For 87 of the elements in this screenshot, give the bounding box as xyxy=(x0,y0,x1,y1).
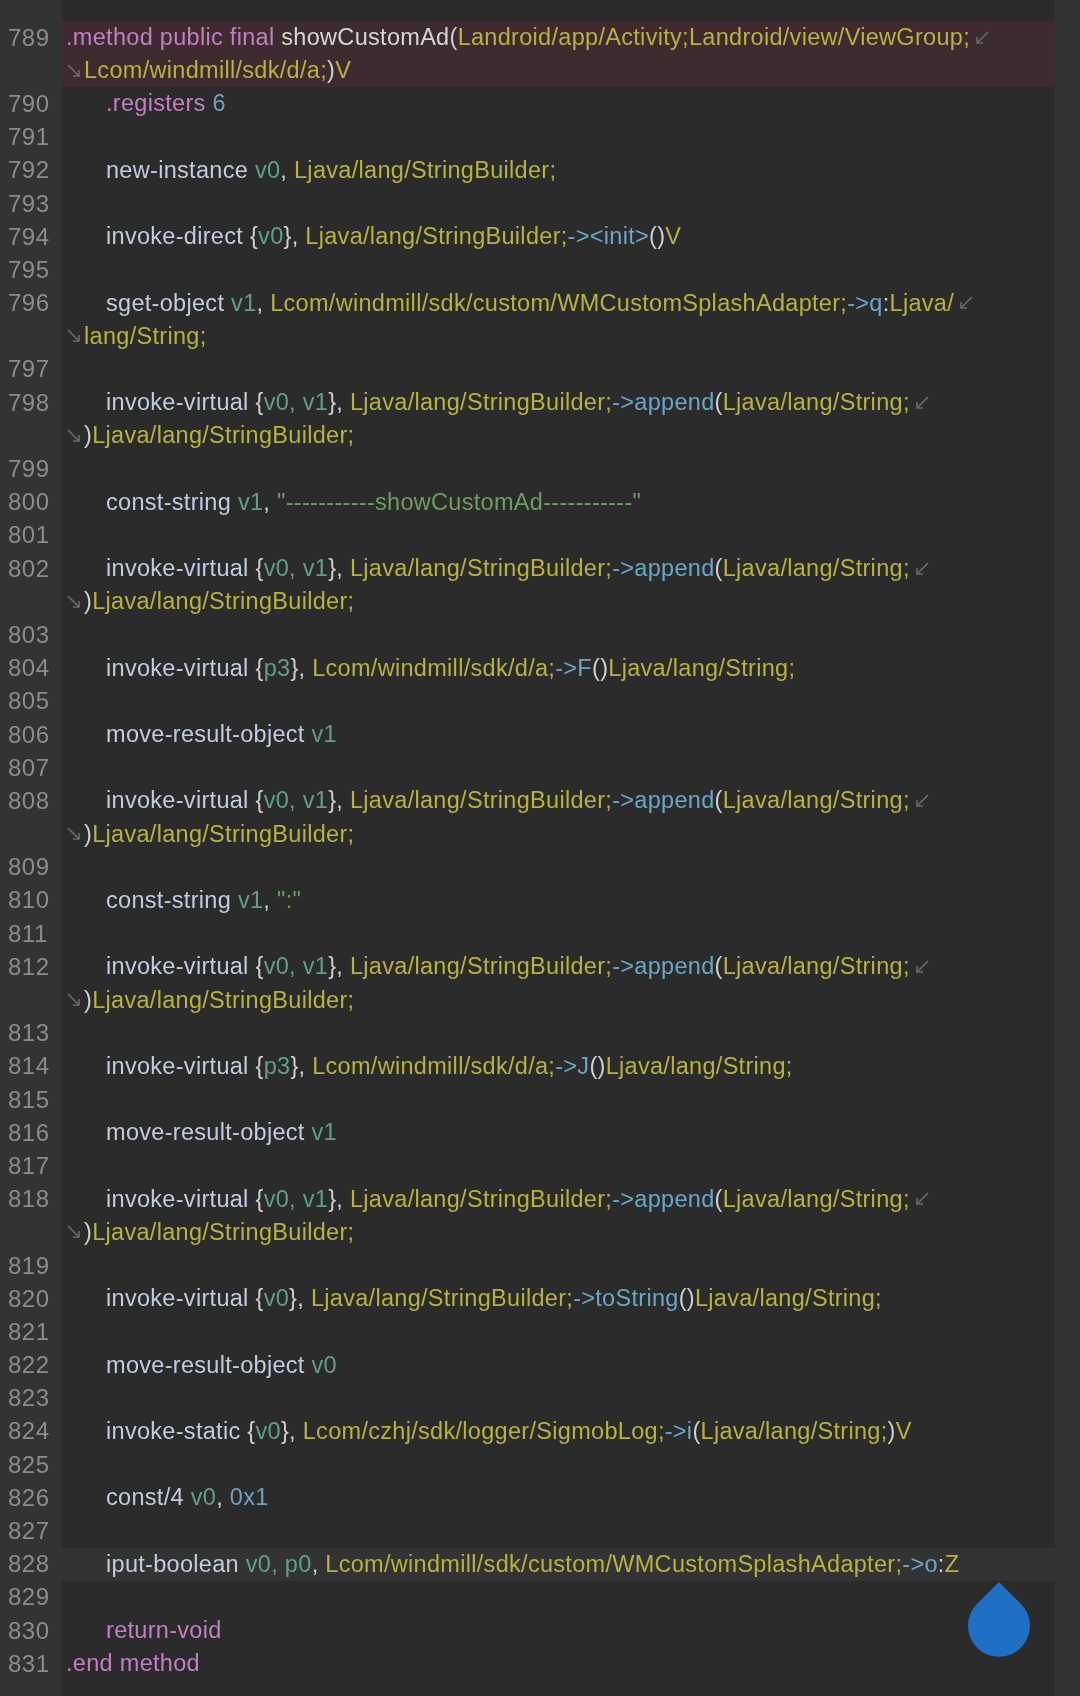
line-number: 802 xyxy=(7,554,51,583)
line-number: 828 xyxy=(7,1550,51,1579)
wrap-arrow-icon xyxy=(66,593,82,610)
line-number: 824 xyxy=(7,1417,51,1446)
code-line: .method public final showCustomAd(Landroid/app/Activity;Landroid/view/ViewGroup; xyxy=(66,24,970,52)
code-line: invoke-static {v0}, Lcom/czhj/sdk/logger/SigmobLog;->i(Ljava/lang/String;)V xyxy=(106,1417,912,1445)
line-number: 808 xyxy=(7,786,51,815)
code-line: const-string v1, ":" xyxy=(106,886,302,914)
wrap-arrow-icon xyxy=(66,62,82,79)
line-number: 804 xyxy=(7,654,51,683)
line-number: 826 xyxy=(7,1483,51,1512)
line-number: 811 xyxy=(7,919,49,948)
line-number: 790 xyxy=(7,89,51,118)
wrap-arrow-icon xyxy=(913,560,930,577)
line-number: 792 xyxy=(7,156,51,185)
wrap-arrow-icon xyxy=(913,792,930,809)
line-number: 806 xyxy=(7,720,51,749)
wrap-arrow-icon xyxy=(913,1191,930,1208)
line-number: 825 xyxy=(7,1450,51,1479)
wrap-arrow-icon xyxy=(66,427,82,444)
line-number: 789 xyxy=(7,23,51,52)
code-line: invoke-virtual {v0}, Ljava/lang/StringBuilder;->toString()Ljava/lang/String; xyxy=(106,1285,882,1313)
code-line: invoke-virtual {v0, v1}, Ljava/lang/StringBuilder;->append(Ljava/lang/String; xyxy=(106,953,910,981)
wrap-arrow-icon xyxy=(974,29,990,46)
code-line: .end method xyxy=(66,1650,200,1678)
code-line: return-void xyxy=(106,1617,222,1645)
line-number: 814 xyxy=(7,1052,51,1081)
wrap-arrow-icon xyxy=(66,826,82,843)
wrap-arrow-icon xyxy=(913,394,930,411)
code-line: )Ljava/lang/StringBuilder; xyxy=(84,986,355,1014)
line-number: 803 xyxy=(7,620,51,649)
wrap-arrow-icon xyxy=(66,328,82,345)
wrap-arrow-icon xyxy=(913,958,930,975)
line-number: 807 xyxy=(7,753,51,782)
code-line: sget-object v1, Lcom/windmill/sdk/custom/WMCustomSplashAdapter;->q:Ljava/ xyxy=(106,289,955,317)
line-number: 830 xyxy=(7,1616,51,1645)
code-line: move-result-object v1 xyxy=(106,721,337,749)
code-line: )Ljava/lang/StringBuilder; xyxy=(84,820,355,848)
line-number: 827 xyxy=(7,1517,51,1546)
code-line: new-instance v0, Ljava/lang/StringBuilder; xyxy=(106,156,557,184)
line-number: 821 xyxy=(7,1317,51,1346)
line-number: 812 xyxy=(7,952,51,981)
line-number: 793 xyxy=(7,189,51,218)
code-line: invoke-direct {v0}, Ljava/lang/StringBuilder;-><init>()V xyxy=(106,223,682,251)
line-number: 796 xyxy=(7,289,51,318)
line-number: 800 xyxy=(7,488,51,517)
code-line: )Ljava/lang/StringBuilder; xyxy=(84,588,355,616)
line-number: 819 xyxy=(7,1251,51,1280)
code-line: Lcom/windmill/sdk/d/a;)V xyxy=(84,57,352,85)
line-number: 798 xyxy=(7,388,51,417)
code-line: iput-boolean v0, p0, Lcom/windmill/sdk/custom/WMCustomSplashAdapter;->o:Z xyxy=(106,1550,960,1578)
wrap-arrow-icon xyxy=(66,992,82,1009)
line-number: 831 xyxy=(7,1649,51,1678)
code-line: move-result-object v0 xyxy=(106,1351,337,1379)
line-number: 815 xyxy=(7,1085,51,1114)
line-number: 801 xyxy=(7,521,51,550)
wrap-arrow-icon xyxy=(958,295,975,312)
line-number: 810 xyxy=(7,886,51,915)
line-number: 817 xyxy=(7,1151,51,1180)
code-line: invoke-virtual {v0, v1}, Ljava/lang/StringBuilder;->append(Ljava/lang/String; xyxy=(106,389,910,417)
line-number: 799 xyxy=(7,455,51,484)
code-line: invoke-virtual {v0, v1}, Ljava/lang/StringBuilder;->append(Ljava/lang/String; xyxy=(106,787,910,815)
code-line: lang/String; xyxy=(84,322,207,350)
code-line: invoke-virtual {p3}, Lcom/windmill/sdk/d/a;->F()Ljava/lang/String; xyxy=(106,654,796,682)
code-line: const/4 v0, 0x1 xyxy=(106,1484,269,1512)
line-number: 829 xyxy=(7,1583,51,1612)
line-number: 809 xyxy=(7,853,51,882)
line-number: 820 xyxy=(7,1284,51,1313)
code-line: move-result-object v1 xyxy=(106,1119,337,1147)
line-number: 795 xyxy=(7,255,51,284)
code-line: .registers 6 xyxy=(106,90,226,118)
line-number: 818 xyxy=(7,1185,51,1214)
code-line: const-string v1, "-----------showCustomAd-----------" xyxy=(106,488,642,516)
code-line: invoke-virtual {v0, v1}, Ljava/lang/StringBuilder;->append(Ljava/lang/String; xyxy=(106,555,910,583)
code-line: )Ljava/lang/StringBuilder; xyxy=(84,422,355,450)
wrap-arrow-icon xyxy=(66,1224,82,1241)
line-number: 816 xyxy=(7,1118,51,1147)
line-number: 794 xyxy=(7,222,51,251)
line-number: 805 xyxy=(7,687,51,716)
line-number: 791 xyxy=(7,123,51,152)
line-number: 813 xyxy=(7,1019,51,1048)
code-line: )Ljava/lang/StringBuilder; xyxy=(84,1218,355,1246)
line-number: 823 xyxy=(7,1384,51,1413)
code-line: invoke-virtual {v0, v1}, Ljava/lang/StringBuilder;->append(Ljava/lang/String; xyxy=(106,1185,910,1213)
code-line: invoke-virtual {p3}, Lcom/windmill/sdk/d/a;->J()Ljava/lang/String; xyxy=(106,1052,793,1080)
line-number: 797 xyxy=(7,355,51,384)
line-number: 822 xyxy=(7,1351,51,1380)
